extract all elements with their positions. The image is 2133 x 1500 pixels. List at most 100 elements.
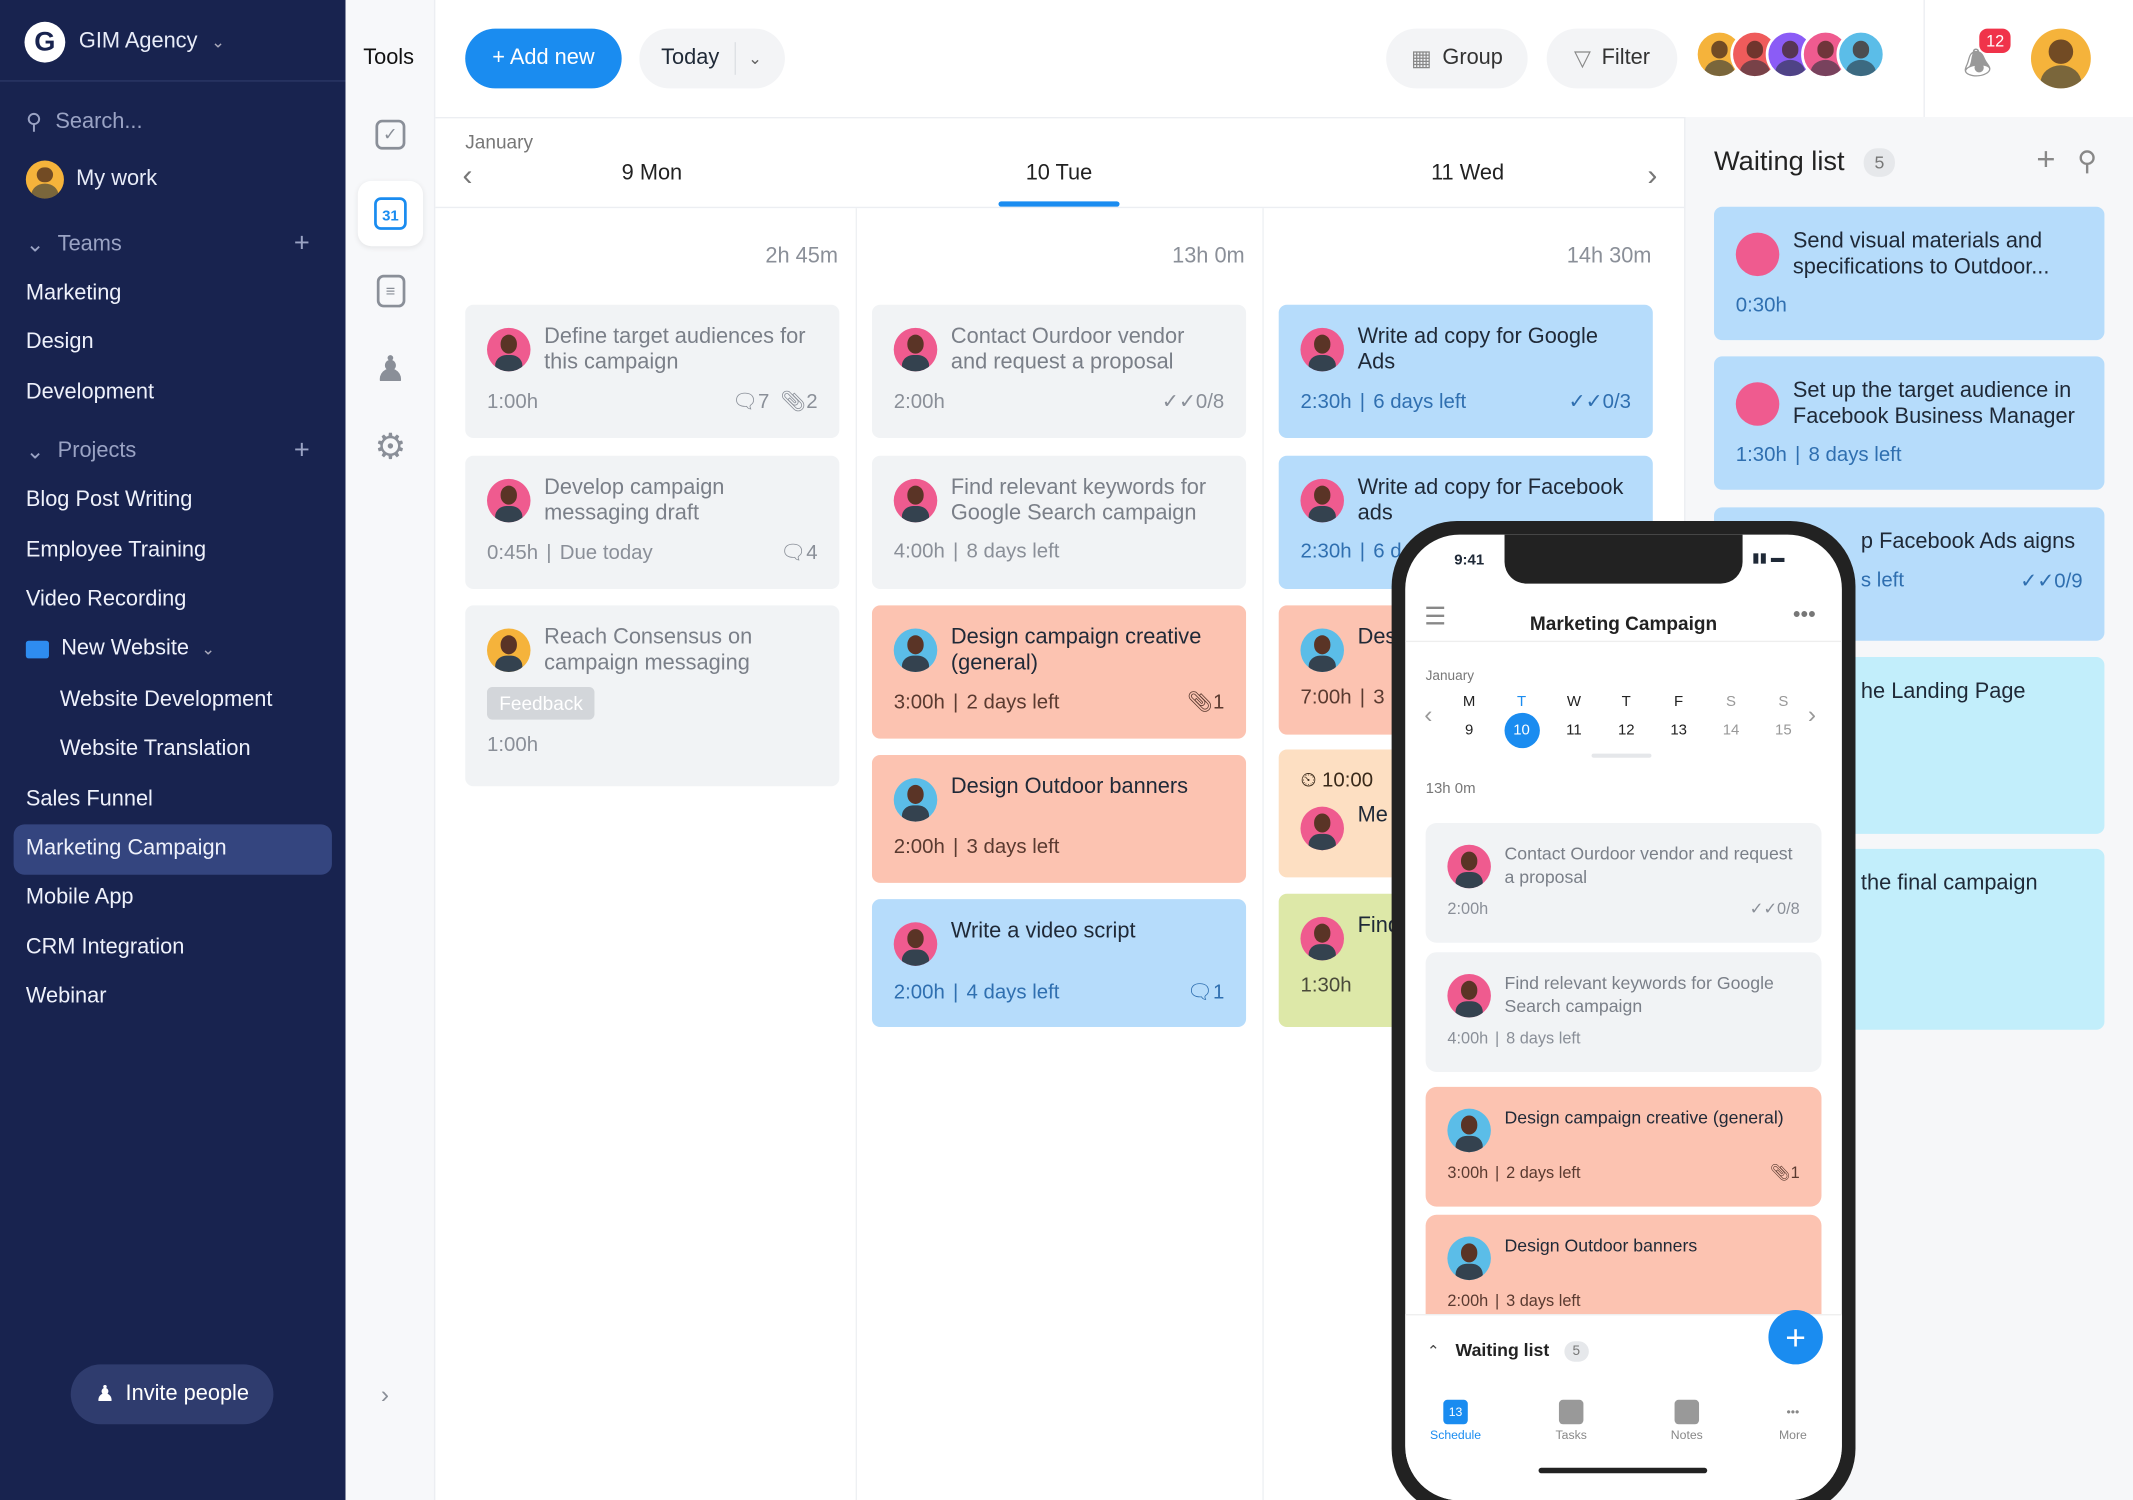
avatar [1447, 973, 1491, 1018]
more-icon[interactable]: ••• [1793, 604, 1816, 628]
sidebar-item-marketing-campaign[interactable]: Marketing Campaign [26, 837, 227, 861]
prev-arrow-icon[interactable]: ‹ [1424, 701, 1432, 730]
tab-notes[interactable]: Notes [1646, 1399, 1728, 1442]
task-card[interactable]: Find relevant keywords for Google Search… [871, 455, 1247, 590]
date-cell[interactable]: 9 [1451, 713, 1486, 748]
task-card[interactable]: Define target audiences for this campaig… [465, 304, 840, 439]
waiting-card[interactable]: Send visual materials and specifications… [1714, 206, 2105, 341]
card-header: Design campaign creative (general) [893, 624, 1225, 676]
checklist-count: ✓✓0/8 [1161, 390, 1225, 414]
search-icon[interactable]: ⚲ [2077, 144, 2097, 178]
sidebar-item-website-development[interactable]: Website Development [60, 688, 273, 712]
task-card[interactable]: Design campaign creative (general) 3:00h |… [1425, 1086, 1822, 1207]
add-team-icon[interactable]: + [294, 229, 310, 260]
add-new-button[interactable]: + Add new [465, 28, 622, 89]
teams-section-toggle[interactable]: ⌄ Teams [26, 231, 122, 258]
task-title: Design Outdoor banners [1504, 1235, 1698, 1256]
chevron-down-icon[interactable]: ⌄ [748, 49, 762, 68]
task-indicators: ✓✓0/8 [1162, 389, 1225, 413]
task-card[interactable]: Find relevant keywords for Google Search… [1425, 952, 1822, 1072]
fab-add-button[interactable]: + [1768, 1309, 1823, 1365]
sidebar-item-mobile-app[interactable]: Mobile App [26, 886, 134, 910]
task-meta: 1:00h [487, 733, 818, 756]
calendar-tool[interactable]: 31 [357, 180, 424, 247]
projects-section-toggle[interactable]: ⌄ Projects [26, 438, 136, 465]
tab-more[interactable]: ••• More [1752, 1400, 1834, 1442]
task-due: 8 days left [1808, 443, 1902, 467]
tools-label: Tools [363, 46, 415, 70]
separator: | [1495, 1028, 1500, 1048]
date-cell[interactable]: 15 [1766, 713, 1801, 748]
sidebar-item-my-work[interactable]: My work [25, 160, 157, 199]
date-cell[interactable]: 11 [1556, 713, 1591, 748]
sidebar-item-video-recording[interactable]: Video Recording [26, 588, 187, 612]
sidebar-item-development[interactable]: Development [26, 381, 154, 405]
task-card[interactable]: Write ad copy for Google Ads 2:30h | 6 days… [1278, 304, 1653, 439]
task-meta: 3:00h | 2 days left 📎︎1 [894, 690, 1225, 714]
workspace-name: GIM Agency [78, 29, 198, 54]
settings-tool[interactable]: ⚙ [358, 414, 423, 479]
workspace-switcher[interactable]: G GIM Agency ⌄ [24, 21, 225, 63]
folder-icon [25, 640, 49, 658]
task-card[interactable]: Reach Consensus on campaign messaging Fee… [465, 605, 840, 787]
task-card[interactable]: Design campaign creative (general) 3:00h |… [871, 605, 1247, 739]
drag-handle[interactable] [1591, 753, 1652, 758]
team-avatars[interactable] [1694, 29, 1886, 79]
user-avatar[interactable] [2030, 28, 2091, 89]
task-card[interactable]: Contact Ourdoor vendor and request a pro… [1425, 822, 1822, 943]
date-cell[interactable]: 13 [1661, 713, 1696, 748]
task-card[interactable]: Write a video script 2:00h | 4 days left 🗨︎1 [871, 899, 1247, 1028]
people-tool[interactable]: ♟ [358, 336, 423, 401]
sidebar-item-employee-training[interactable]: Employee Training [26, 539, 206, 563]
sidebar-item-crm-integration[interactable]: CRM Integration [26, 936, 184, 960]
sidebar-item-sales-funnel[interactable]: Sales Funnel [26, 788, 153, 812]
avatar [893, 778, 938, 822]
tasks-tool[interactable]: ✓ [358, 102, 423, 167]
tab-schedule[interactable]: 13 Schedule [1415, 1399, 1497, 1442]
sidebar-item-design[interactable]: Design [26, 331, 94, 355]
prev-arrow-icon[interactable]: ‹ [463, 158, 473, 193]
task-duration: 1:30h [1300, 973, 1352, 998]
waiting-card[interactable]: Set up the target audience in Facebook B… [1714, 356, 2105, 490]
sidebar-item-blog-post-writing[interactable]: Blog Post Writing [26, 488, 193, 512]
expand-chevron-icon[interactable]: › [381, 1381, 389, 1410]
task-due: 3 days left [1506, 1290, 1581, 1310]
today-button[interactable]: Today ⌄ [639, 28, 785, 89]
invite-people-button[interactable]: ♟ Invite people [70, 1364, 274, 1425]
tab-label: Schedule [1430, 1428, 1482, 1442]
avatar [486, 327, 531, 372]
group-button[interactable]: ▦ Group [1386, 28, 1528, 89]
task-card[interactable]: Develop campaign messaging draft 0:45h | Du… [465, 455, 840, 590]
phone-waiting-label[interactable]: Waiting list [1456, 1340, 1550, 1360]
search-input[interactable]: ⚲ Search... [26, 109, 143, 136]
phone-month: January [1425, 669, 1475, 685]
day-header-tue[interactable]: 10 Tue [1026, 162, 1093, 186]
divider [734, 42, 736, 75]
filter-button[interactable]: ▽ Filter [1546, 28, 1678, 89]
task-card[interactable]: Contact Ourdoor vendor and request a pro… [871, 304, 1247, 439]
add-project-icon[interactable]: + [294, 435, 310, 466]
day-header-wed[interactable]: 11 Wed [1431, 162, 1504, 186]
notes-tool[interactable]: ≡ [358, 258, 423, 323]
task-meta: 2:00h ✓✓0/8 [894, 389, 1225, 414]
next-arrow-icon[interactable]: › [1647, 158, 1657, 193]
add-icon[interactable]: + [2036, 141, 2055, 179]
avatar [1300, 628, 1345, 673]
day-header-mon[interactable]: 9 Mon [622, 162, 682, 186]
divider [1923, 0, 1925, 117]
sidebar-item-website-translation[interactable]: Website Translation [60, 737, 251, 761]
sidebar-folder-new-website[interactable]: New Website ⌄ [25, 637, 215, 661]
card-header: Design campaign creative (general) [1447, 1106, 1799, 1153]
task-meta: 2:00h ✓✓0/8 [1447, 899, 1799, 918]
chevron-up-icon[interactable]: ⌃ [1427, 1343, 1440, 1360]
tab-tasks[interactable]: Tasks [1530, 1399, 1612, 1442]
next-arrow-icon[interactable]: › [1808, 701, 1816, 730]
sidebar-item-webinar[interactable]: Webinar [26, 985, 107, 1009]
date-cell[interactable]: 12 [1609, 713, 1644, 748]
date-cell[interactable]: 10 [1503, 712, 1540, 749]
task-card[interactable]: Design Outdoor banners 2:00h | 3 days left [871, 754, 1247, 883]
date-cell[interactable]: 14 [1713, 713, 1748, 748]
sidebar-item-marketing[interactable]: Marketing [26, 282, 122, 306]
card-header: Find relevant keywords for Google Search… [1447, 971, 1799, 1018]
attachment-count: 📎︎2 [780, 390, 818, 414]
